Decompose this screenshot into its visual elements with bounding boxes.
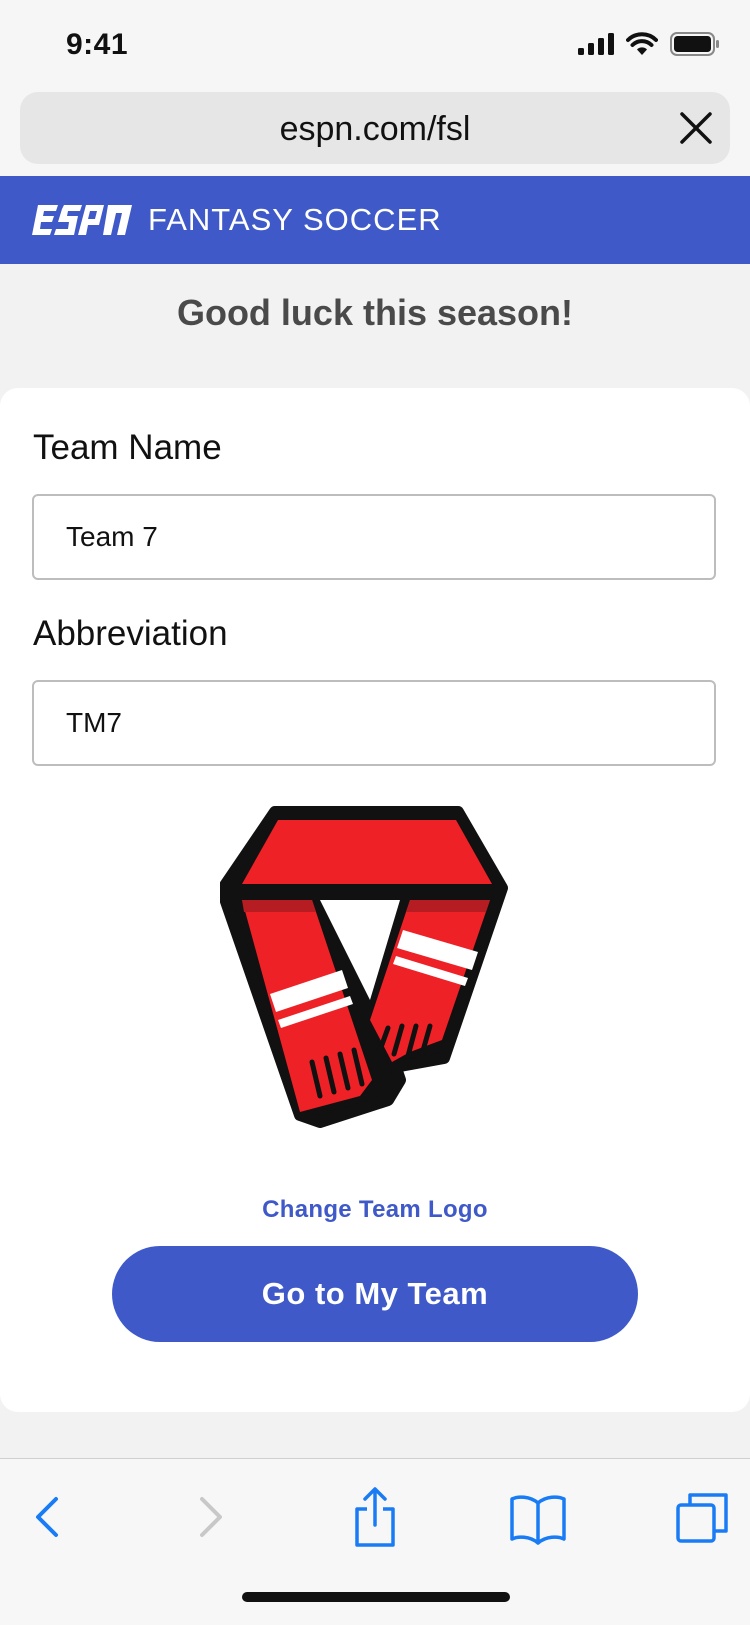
team-name-label: Team Name [33, 428, 222, 467]
site-header: FANTASY SOCCER [0, 176, 750, 264]
team-name-input[interactable] [32, 494, 716, 580]
close-icon[interactable] [676, 108, 716, 148]
abbreviation-label: Abbreviation [33, 614, 228, 653]
battery-icon [670, 32, 719, 56]
go-to-my-team-button[interactable]: Go to My Team [112, 1246, 638, 1342]
greeting-text: Good luck this season! [176, 292, 574, 333]
address-bar[interactable]: espn.com/fsl [20, 92, 730, 164]
change-team-logo-link[interactable]: Change Team Logo [0, 1196, 750, 1224]
back-icon[interactable] [18, 1487, 78, 1547]
abbreviation-input[interactable] [32, 680, 716, 766]
share-icon[interactable] [345, 1487, 405, 1547]
home-indicator [242, 1592, 510, 1602]
header-title: FANTASY SOCCER [148, 202, 442, 237]
team-logo [216, 800, 530, 1130]
status-time: 9:41 [66, 28, 129, 61]
wifi-icon [626, 32, 658, 55]
scarf-icon [216, 806, 508, 1128]
signal-icon [578, 33, 614, 55]
status-bar: 9:41 [0, 0, 750, 92]
team-setup-card: Team Name Abbreviation [0, 388, 750, 1412]
tabs-icon[interactable] [672, 1487, 732, 1547]
url-area: espn.com/fsl [0, 92, 750, 176]
status-icons [578, 32, 720, 56]
bookmarks-icon[interactable] [508, 1487, 568, 1547]
url-text: espn.com/fsl [279, 110, 471, 148]
espn-logo[interactable] [32, 205, 132, 235]
forward-icon[interactable] [180, 1487, 240, 1547]
